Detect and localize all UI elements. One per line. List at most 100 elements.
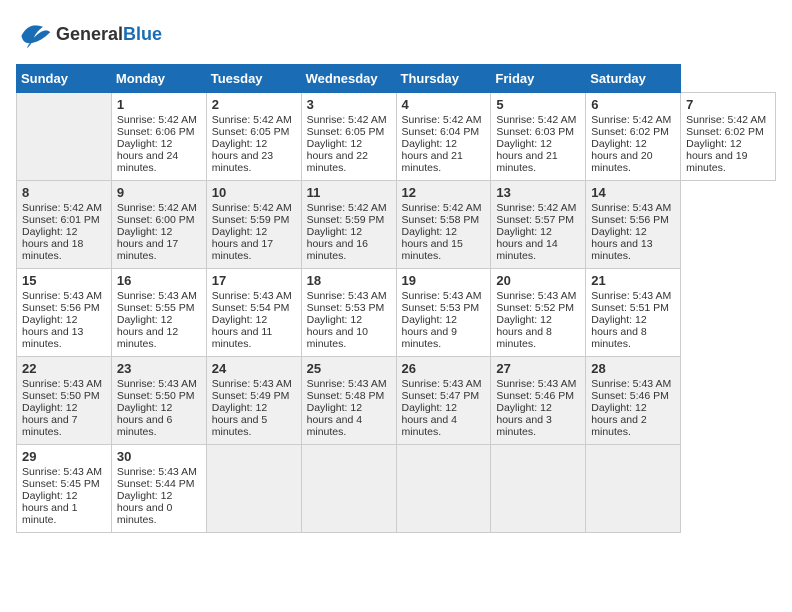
calendar-week-row: 8Sunrise: 5:42 AMSunset: 6:01 PMDaylight… bbox=[17, 181, 776, 269]
calendar-day-cell: 11Sunrise: 5:42 AMSunset: 5:59 PMDayligh… bbox=[301, 181, 396, 269]
daylight-text: Daylight: 12 hours and 21 minutes. bbox=[496, 138, 580, 174]
sunrise-text: Sunrise: 5:42 AM bbox=[212, 202, 296, 214]
sunrise-text: Sunrise: 5:43 AM bbox=[212, 290, 296, 302]
sunrise-text: Sunrise: 5:43 AM bbox=[117, 290, 201, 302]
day-number: 10 bbox=[212, 185, 296, 200]
sunrise-text: Sunrise: 5:42 AM bbox=[402, 202, 486, 214]
weekday-header-friday: Friday bbox=[491, 65, 586, 93]
calendar-day-cell: 25Sunrise: 5:43 AMSunset: 5:48 PMDayligh… bbox=[301, 357, 396, 445]
sunrise-text: Sunrise: 5:42 AM bbox=[496, 202, 580, 214]
calendar-empty-cell bbox=[206, 445, 301, 533]
day-number: 9 bbox=[117, 185, 201, 200]
calendar-day-cell: 21Sunrise: 5:43 AMSunset: 5:51 PMDayligh… bbox=[586, 269, 681, 357]
sunrise-text: Sunrise: 5:42 AM bbox=[117, 202, 201, 214]
calendar-week-row: 29Sunrise: 5:43 AMSunset: 5:45 PMDayligh… bbox=[17, 445, 776, 533]
daylight-text: Daylight: 12 hours and 21 minutes. bbox=[402, 138, 486, 174]
calendar-day-cell: 5Sunrise: 5:42 AMSunset: 6:03 PMDaylight… bbox=[491, 93, 586, 181]
sunrise-text: Sunrise: 5:42 AM bbox=[402, 114, 486, 126]
sunrise-text: Sunrise: 5:43 AM bbox=[591, 202, 675, 214]
sunset-text: Sunset: 5:56 PM bbox=[591, 214, 675, 226]
logo-bird-icon bbox=[16, 16, 52, 52]
calendar-day-cell: 29Sunrise: 5:43 AMSunset: 5:45 PMDayligh… bbox=[17, 445, 112, 533]
day-number: 1 bbox=[117, 97, 201, 112]
calendar-week-row: 22 Sunrise: 5:43 AM Sunset: 5:50 PM Dayligh… bbox=[17, 357, 776, 445]
day-number: 29 bbox=[22, 449, 106, 464]
sunset-text: Sunset: 5:44 PM bbox=[117, 478, 201, 490]
sunrise-text: Sunrise: 5:42 AM bbox=[117, 114, 201, 126]
daylight-text: Daylight: 12 hours and 7 minutes. bbox=[22, 402, 106, 438]
daylight-text: Daylight: 12 hours and 16 minutes. bbox=[307, 226, 391, 262]
daylight-text: Daylight: 12 hours and 18 minutes. bbox=[22, 226, 106, 262]
sunset-text: Sunset: 5:57 PM bbox=[496, 214, 580, 226]
calendar-empty-cell bbox=[586, 445, 681, 533]
calendar-empty-cell bbox=[301, 445, 396, 533]
day-number: 18 bbox=[307, 273, 391, 288]
daylight-text: Daylight: 12 hours and 13 minutes. bbox=[591, 226, 675, 262]
sunset-text: Sunset: 5:54 PM bbox=[212, 302, 296, 314]
sunset-text: Sunset: 5:59 PM bbox=[212, 214, 296, 226]
calendar-day-cell: 27 Sunrise: 5:43 AMSunset: 5:46 PMDayligh… bbox=[491, 357, 586, 445]
sunset-text: Sunset: 5:50 PM bbox=[117, 390, 201, 402]
day-number: 19 bbox=[402, 273, 486, 288]
sunset-text: Sunset: 6:06 PM bbox=[117, 126, 201, 138]
calendar-day-cell: 9Sunrise: 5:42 AMSunset: 6:00 PMDaylight… bbox=[111, 181, 206, 269]
sunset-text: Sunset: 5:58 PM bbox=[402, 214, 486, 226]
daylight-text: Daylight: 12 hours and 2 minutes. bbox=[591, 402, 675, 438]
sunrise-text: Sunrise: 5:42 AM bbox=[496, 114, 580, 126]
sunrise-text: Sunrise: 5:43 AM bbox=[307, 378, 391, 390]
weekday-header-monday: Monday bbox=[111, 65, 206, 93]
daylight-text: Daylight: 12 hours and 1 minute. bbox=[22, 490, 106, 526]
sunrise-text: Sunrise: 5:43 AM bbox=[496, 378, 580, 390]
day-number: 2 bbox=[212, 97, 296, 112]
sunrise-text: Sunrise: 5:43 AM bbox=[591, 290, 675, 302]
calendar-day-cell: 7Sunrise: 5:42 AMSunset: 6:02 PMDaylight… bbox=[681, 93, 776, 181]
sunrise-text: Sunrise: 5:43 AM bbox=[22, 466, 106, 478]
daylight-text: Daylight: 12 hours and 15 minutes. bbox=[402, 226, 486, 262]
day-number: 27 bbox=[496, 361, 580, 376]
sunrise-text: Sunrise: 5:43 AM bbox=[591, 378, 675, 390]
sunrise-text: Sunrise: 5:43 AM bbox=[117, 466, 201, 478]
day-number: 11 bbox=[307, 185, 391, 200]
sunset-text: Sunset: 5:46 PM bbox=[496, 390, 580, 402]
weekday-header-wednesday: Wednesday bbox=[301, 65, 396, 93]
logo-label: GeneralBlue bbox=[56, 24, 162, 45]
sunset-text: Sunset: 5:47 PM bbox=[402, 390, 486, 402]
calendar-day-cell: 15Sunrise: 5:43 AMSunset: 5:56 PMDayligh… bbox=[17, 269, 112, 357]
daylight-text: Daylight: 12 hours and 3 minutes. bbox=[496, 402, 580, 438]
calendar-day-cell: 23Sunrise: 5:43 AMSunset: 5:50 PMDayligh… bbox=[111, 357, 206, 445]
sunrise-text: Sunrise: 5:42 AM bbox=[307, 202, 391, 214]
daylight-text: Daylight: 12 hours and 9 minutes. bbox=[402, 314, 486, 350]
daylight-text: Daylight: 12 hours and 19 minutes. bbox=[686, 138, 770, 174]
sunset-text: Sunset: 6:04 PM bbox=[402, 126, 486, 138]
calendar-day-cell: 4Sunrise: 5:42 AMSunset: 6:04 PMDaylight… bbox=[396, 93, 491, 181]
daylight-text: Daylight: 12 hours and 11 minutes. bbox=[212, 314, 296, 350]
sunset-text: Sunset: 6:00 PM bbox=[117, 214, 201, 226]
day-number: 16 bbox=[117, 273, 201, 288]
sunset-text: Sunset: 5:48 PM bbox=[307, 390, 391, 402]
day-number: 22 bbox=[22, 361, 106, 376]
weekday-header-row: SundayMondayTuesdayWednesdayThursdayFrid… bbox=[17, 65, 776, 93]
calendar-day-cell: 22Sunrise: 5:43 AMSunset: 5:50 PMDayligh… bbox=[17, 357, 112, 445]
sunset-text: Sunset: 5:52 PM bbox=[496, 302, 580, 314]
day-number: 28 bbox=[591, 361, 675, 376]
calendar-day-cell: 26Sunrise: 5:43 AMSunset: 5:47 PMDayligh… bbox=[396, 357, 491, 445]
calendar-day-cell: 1Sunrise: 5:42 AMSunset: 6:06 PMDaylight… bbox=[111, 93, 206, 181]
daylight-text: Daylight: 12 hours and 17 minutes. bbox=[212, 226, 296, 262]
sunrise-text: Sunrise: 5:43 AM bbox=[307, 290, 391, 302]
sunrise-text: Sunrise: 5:43 AM bbox=[402, 378, 486, 390]
calendar-day-cell: 18Sunrise: 5:43 AMSunset: 5:53 PMDayligh… bbox=[301, 269, 396, 357]
calendar-day-cell: 24Sunrise: 5:43 AMSunset: 5:49 PMDayligh… bbox=[206, 357, 301, 445]
daylight-text: Daylight: 12 hours and 5 minutes. bbox=[212, 402, 296, 438]
calendar-day-cell: 3Sunrise: 5:42 AMSunset: 6:05 PMDaylight… bbox=[301, 93, 396, 181]
weekday-header-sunday: Sunday bbox=[17, 65, 112, 93]
sunrise-text: Sunrise: 5:43 AM bbox=[22, 290, 106, 302]
sunset-text: Sunset: 6:05 PM bbox=[307, 126, 391, 138]
calendar-table: SundayMondayTuesdayWednesdayThursdayFrid… bbox=[16, 64, 776, 533]
day-number: 17 bbox=[212, 273, 296, 288]
calendar-day-cell: 13Sunrise: 5:42 AMSunset: 5:57 PMDayligh… bbox=[491, 181, 586, 269]
daylight-text: Daylight: 12 hours and 14 minutes. bbox=[496, 226, 580, 262]
sunset-text: Sunset: 6:02 PM bbox=[591, 126, 675, 138]
calendar-week-row: 1Sunrise: 5:42 AMSunset: 6:06 PMDaylight… bbox=[17, 93, 776, 181]
day-number: 14 bbox=[591, 185, 675, 200]
daylight-text: Daylight: 12 hours and 4 minutes. bbox=[307, 402, 391, 438]
